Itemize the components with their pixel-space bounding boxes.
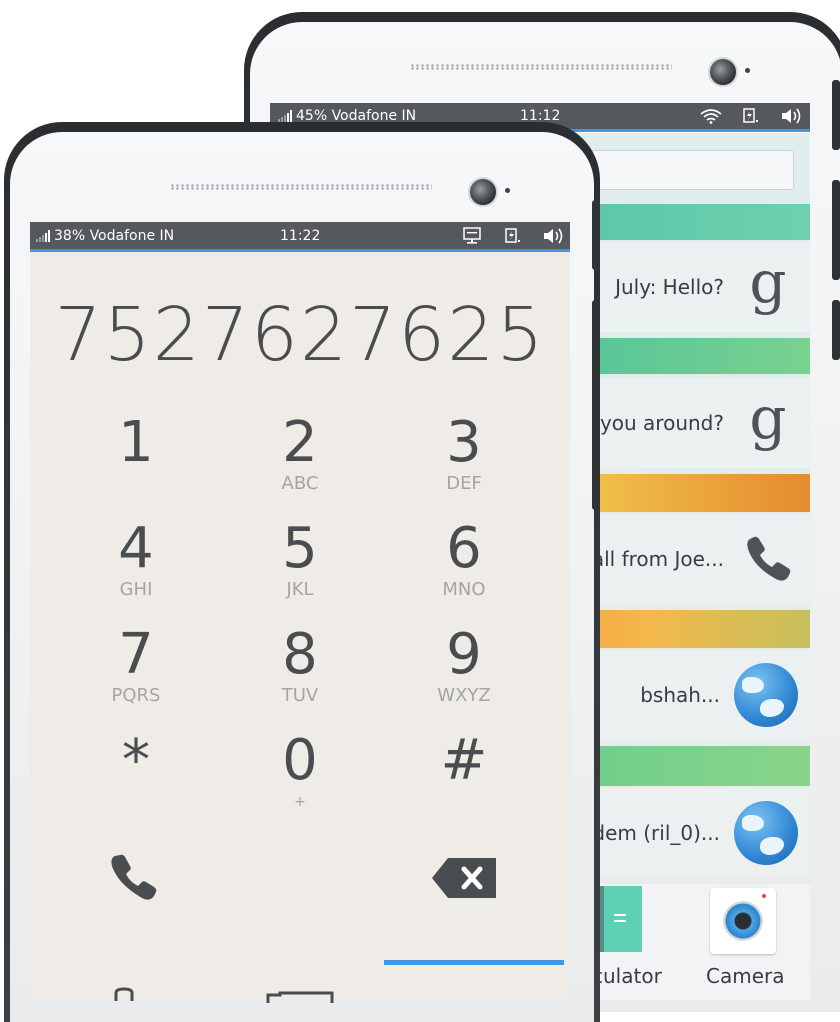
front-status-time: 11:22 <box>280 227 321 244</box>
dialed-number: 7527627625 <box>54 292 546 378</box>
key-5[interactable]: 5 JKL <box>220 518 380 618</box>
front-status-carrier: 38% Vodafone IN <box>54 227 175 244</box>
backspace-icon <box>432 858 496 898</box>
key-digit: 9 <box>446 622 482 687</box>
active-tab-indicator <box>384 960 564 965</box>
back-phone-side-button <box>832 80 840 150</box>
notification-text: bshah... <box>640 683 720 707</box>
notification-text: call from Joe... <box>580 547 724 571</box>
key-letters: JKL <box>286 579 314 600</box>
app-grid: culator Camera <box>592 884 810 1000</box>
phone-icon <box>111 854 157 900</box>
app-label-calculator: culator <box>592 964 662 988</box>
network-icon <box>462 226 482 245</box>
front-phone-sensor <box>505 188 510 193</box>
globe-icon <box>734 801 798 865</box>
signal-icon <box>36 229 50 242</box>
contacts-tab-icon[interactable] <box>104 986 144 1005</box>
key-star[interactable]: * <box>56 730 216 830</box>
back-phone-camera <box>708 57 738 87</box>
volume-icon <box>542 227 566 245</box>
key-digit: * <box>122 728 150 793</box>
app-label-camera: Camera <box>706 964 785 988</box>
backspace-button[interactable] <box>430 856 498 904</box>
front-phone-camera <box>468 177 498 207</box>
key-9[interactable]: 9 WXYZ <box>384 624 544 724</box>
key-letters: ABC <box>281 473 319 494</box>
key-2[interactable]: 2 ABC <box>220 412 380 512</box>
battery-icon <box>504 227 522 245</box>
key-3[interactable]: 3 DEF <box>384 412 544 512</box>
back-phone-speaker <box>410 64 672 70</box>
key-6[interactable]: 6 MNO <box>384 518 544 618</box>
key-digit: 1 <box>118 410 154 475</box>
key-digit: # <box>440 728 488 793</box>
key-hash[interactable]: # <box>384 730 544 830</box>
key-digit: 2 <box>282 410 318 475</box>
key-0[interactable]: 0 + <box>220 730 380 830</box>
globe-icon <box>734 663 798 727</box>
history-tab-icon[interactable] <box>266 988 336 1007</box>
key-letters: GHI <box>119 579 153 600</box>
key-digit: 7 <box>118 622 154 687</box>
key-letters: TUV <box>281 685 319 706</box>
notification-text: July: Hello? <box>615 275 724 299</box>
google-talk-icon: g <box>749 384 787 452</box>
front-phone-speaker <box>170 184 432 190</box>
battery-icon <box>742 107 760 125</box>
camera-icon[interactable] <box>710 888 776 954</box>
key-digit: 5 <box>282 516 318 581</box>
back-phone-sensor <box>745 68 750 73</box>
key-letters: PQRS <box>111 685 161 706</box>
volume-icon <box>780 107 804 125</box>
back-phone-side-button <box>832 300 840 360</box>
key-digit: 8 <box>282 622 318 687</box>
back-phone-side-button <box>832 180 840 280</box>
front-phone-side-button <box>592 300 600 510</box>
key-1[interactable]: 1 <box>56 412 216 512</box>
key-letters: WXYZ <box>437 685 491 706</box>
key-letters: + <box>294 794 306 810</box>
key-7[interactable]: 7 PQRS <box>56 624 216 724</box>
key-digit: 0 <box>282 728 318 793</box>
key-letters: MNO <box>442 579 486 600</box>
front-phone-side-button <box>592 200 600 270</box>
front-status-bar: 38% Vodafone IN 11:22 <box>30 222 570 252</box>
key-digit: 4 <box>118 516 154 581</box>
google-talk-icon: g <box>749 248 787 316</box>
key-4[interactable]: 4 GHI <box>56 518 216 618</box>
key-letters: DEF <box>446 473 482 494</box>
signal-icon <box>278 110 292 122</box>
call-button[interactable] <box>106 852 162 908</box>
key-8[interactable]: 8 TUV <box>220 624 380 724</box>
key-digit: 3 <box>446 410 482 475</box>
wifi-icon <box>700 108 722 124</box>
key-digit: 6 <box>446 516 482 581</box>
phone-icon <box>738 533 798 585</box>
